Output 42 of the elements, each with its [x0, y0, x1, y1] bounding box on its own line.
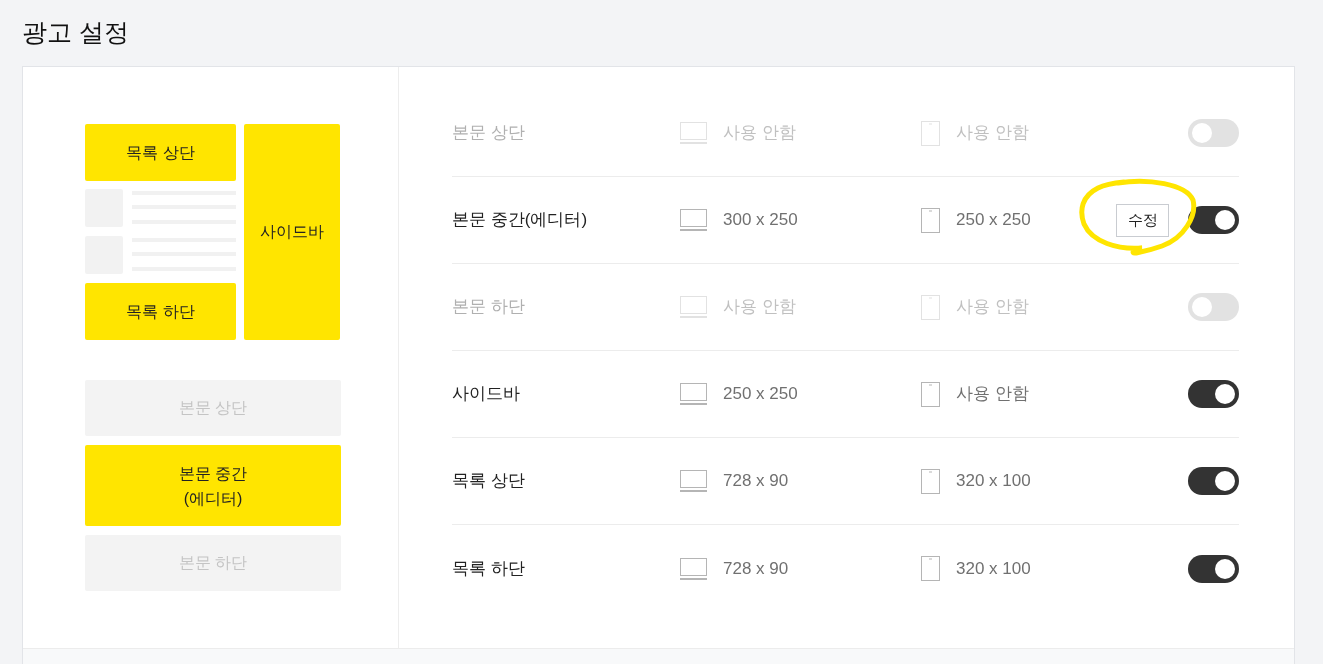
toggle-switch[interactable] [1188, 467, 1239, 495]
ad-position-label: 목록 하단 [452, 558, 525, 578]
pc-size-text: 728 x 90 [723, 557, 789, 580]
mobile-size-text: 사용 안함 [956, 122, 1029, 145]
phone-icon [921, 468, 940, 494]
body-slot-button[interactable]: 본문 중간 (에디터) [85, 445, 341, 526]
toggle-switch[interactable] [1188, 293, 1239, 321]
toggle-switch[interactable] [1188, 119, 1239, 147]
mobile-size-text: 320 x 100 [956, 470, 1031, 493]
ad-position-label: 목록 상단 [452, 471, 525, 491]
pc-size-text: 250 x 250 [723, 383, 798, 406]
monitor-icon [680, 470, 707, 492]
pc-size-text: 300 x 250 [723, 209, 798, 232]
mobile-size-text: 320 x 100 [956, 557, 1031, 580]
ad-position-label: 본문 하단 [452, 297, 525, 317]
page-title: 광고 설정 [22, 17, 129, 49]
monitor-icon [680, 296, 707, 318]
phone-icon [921, 381, 940, 407]
mobile-size-text: 250 x 250 [956, 209, 1031, 232]
monitor-icon [680, 383, 707, 405]
edit-button[interactable]: 수정 [1116, 203, 1169, 237]
monitor-icon [680, 557, 707, 580]
phone-icon [921, 207, 940, 233]
ad-position-label: 본문 중간(에디터) [452, 210, 588, 230]
monitor-icon [680, 122, 707, 144]
mobile-size-text: 사용 안함 [956, 383, 1029, 406]
list-bottom-block: 목록 하단 [85, 283, 236, 340]
phone-icon [921, 294, 940, 320]
toggle-switch[interactable] [1188, 554, 1239, 583]
list-top-block: 목록 상단 [85, 124, 236, 181]
pc-size-text: 사용 안함 [723, 122, 796, 145]
sidebar-block: 사이드바 [244, 124, 340, 340]
mobile-size-text: 사용 안함 [956, 296, 1029, 319]
toggle-switch[interactable] [1188, 380, 1239, 408]
pc-size-text: 728 x 90 [723, 470, 789, 493]
phone-icon [921, 120, 940, 146]
phone-icon [921, 556, 940, 581]
pc-size-text: 사용 안함 [723, 296, 796, 319]
toggle-switch[interactable] [1188, 206, 1239, 234]
ad-position-label: 사이드바 [452, 384, 520, 404]
ad-position-label: 본문 상단 [452, 123, 525, 143]
monitor-icon [680, 209, 707, 231]
